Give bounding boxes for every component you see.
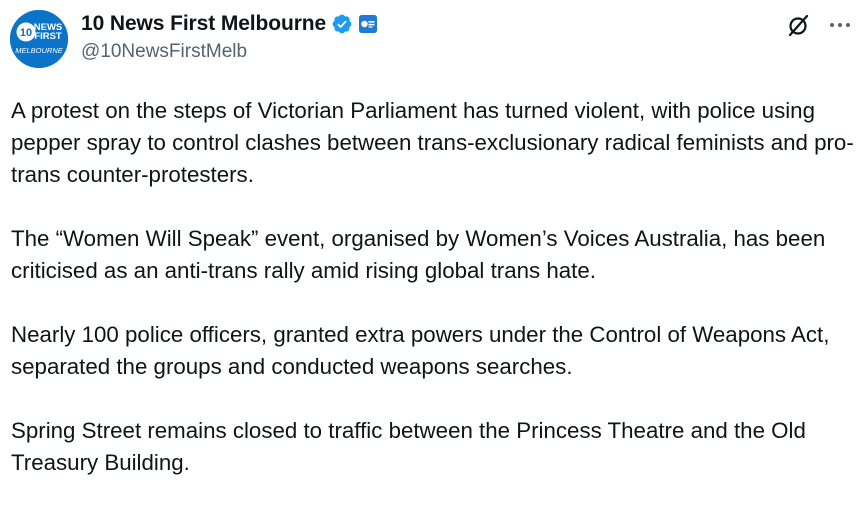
avatar-logo: 10 NEWS FIRST MELBOURNE — [10, 10, 68, 68]
tweet-paragraph: The “Women Will Speak” event, organised … — [11, 226, 826, 283]
avatar-line3: MELBOURNE — [15, 46, 64, 55]
avatar-line2: FIRST — [34, 31, 62, 42]
author-info: 10 News First Melbourne @10NewsFirstMelb — [81, 10, 378, 63]
verified-badge-icon[interactable] — [331, 13, 353, 35]
tweet-paragraph: Nearly 100 police officers, granted extr… — [11, 322, 830, 379]
grok-icon[interactable] — [786, 12, 812, 38]
tweet-paragraph: A protest on the steps of Victorian Parl… — [11, 98, 854, 187]
author-handle[interactable]: @10NewsFirstMelb — [81, 41, 377, 63]
avatar[interactable]: 10 NEWS FIRST MELBOURNE — [10, 10, 68, 68]
tweet-text: A protest on the steps of Victorian Parl… — [11, 95, 859, 479]
name-row: 10 News First Melbourne — [81, 10, 378, 38]
tweet-paragraph: Spring Street remains closed to traffic … — [11, 418, 806, 475]
author-display-name[interactable]: 10 News First Melbourne — [81, 12, 326, 36]
more-options-icon[interactable] — [826, 12, 854, 38]
tweet-header: 10 NEWS FIRST MELBOURNE 10 News First Me… — [10, 10, 854, 68]
affiliate-badge-icon[interactable] — [359, 15, 378, 33]
avatar-number: 10 — [20, 27, 32, 39]
